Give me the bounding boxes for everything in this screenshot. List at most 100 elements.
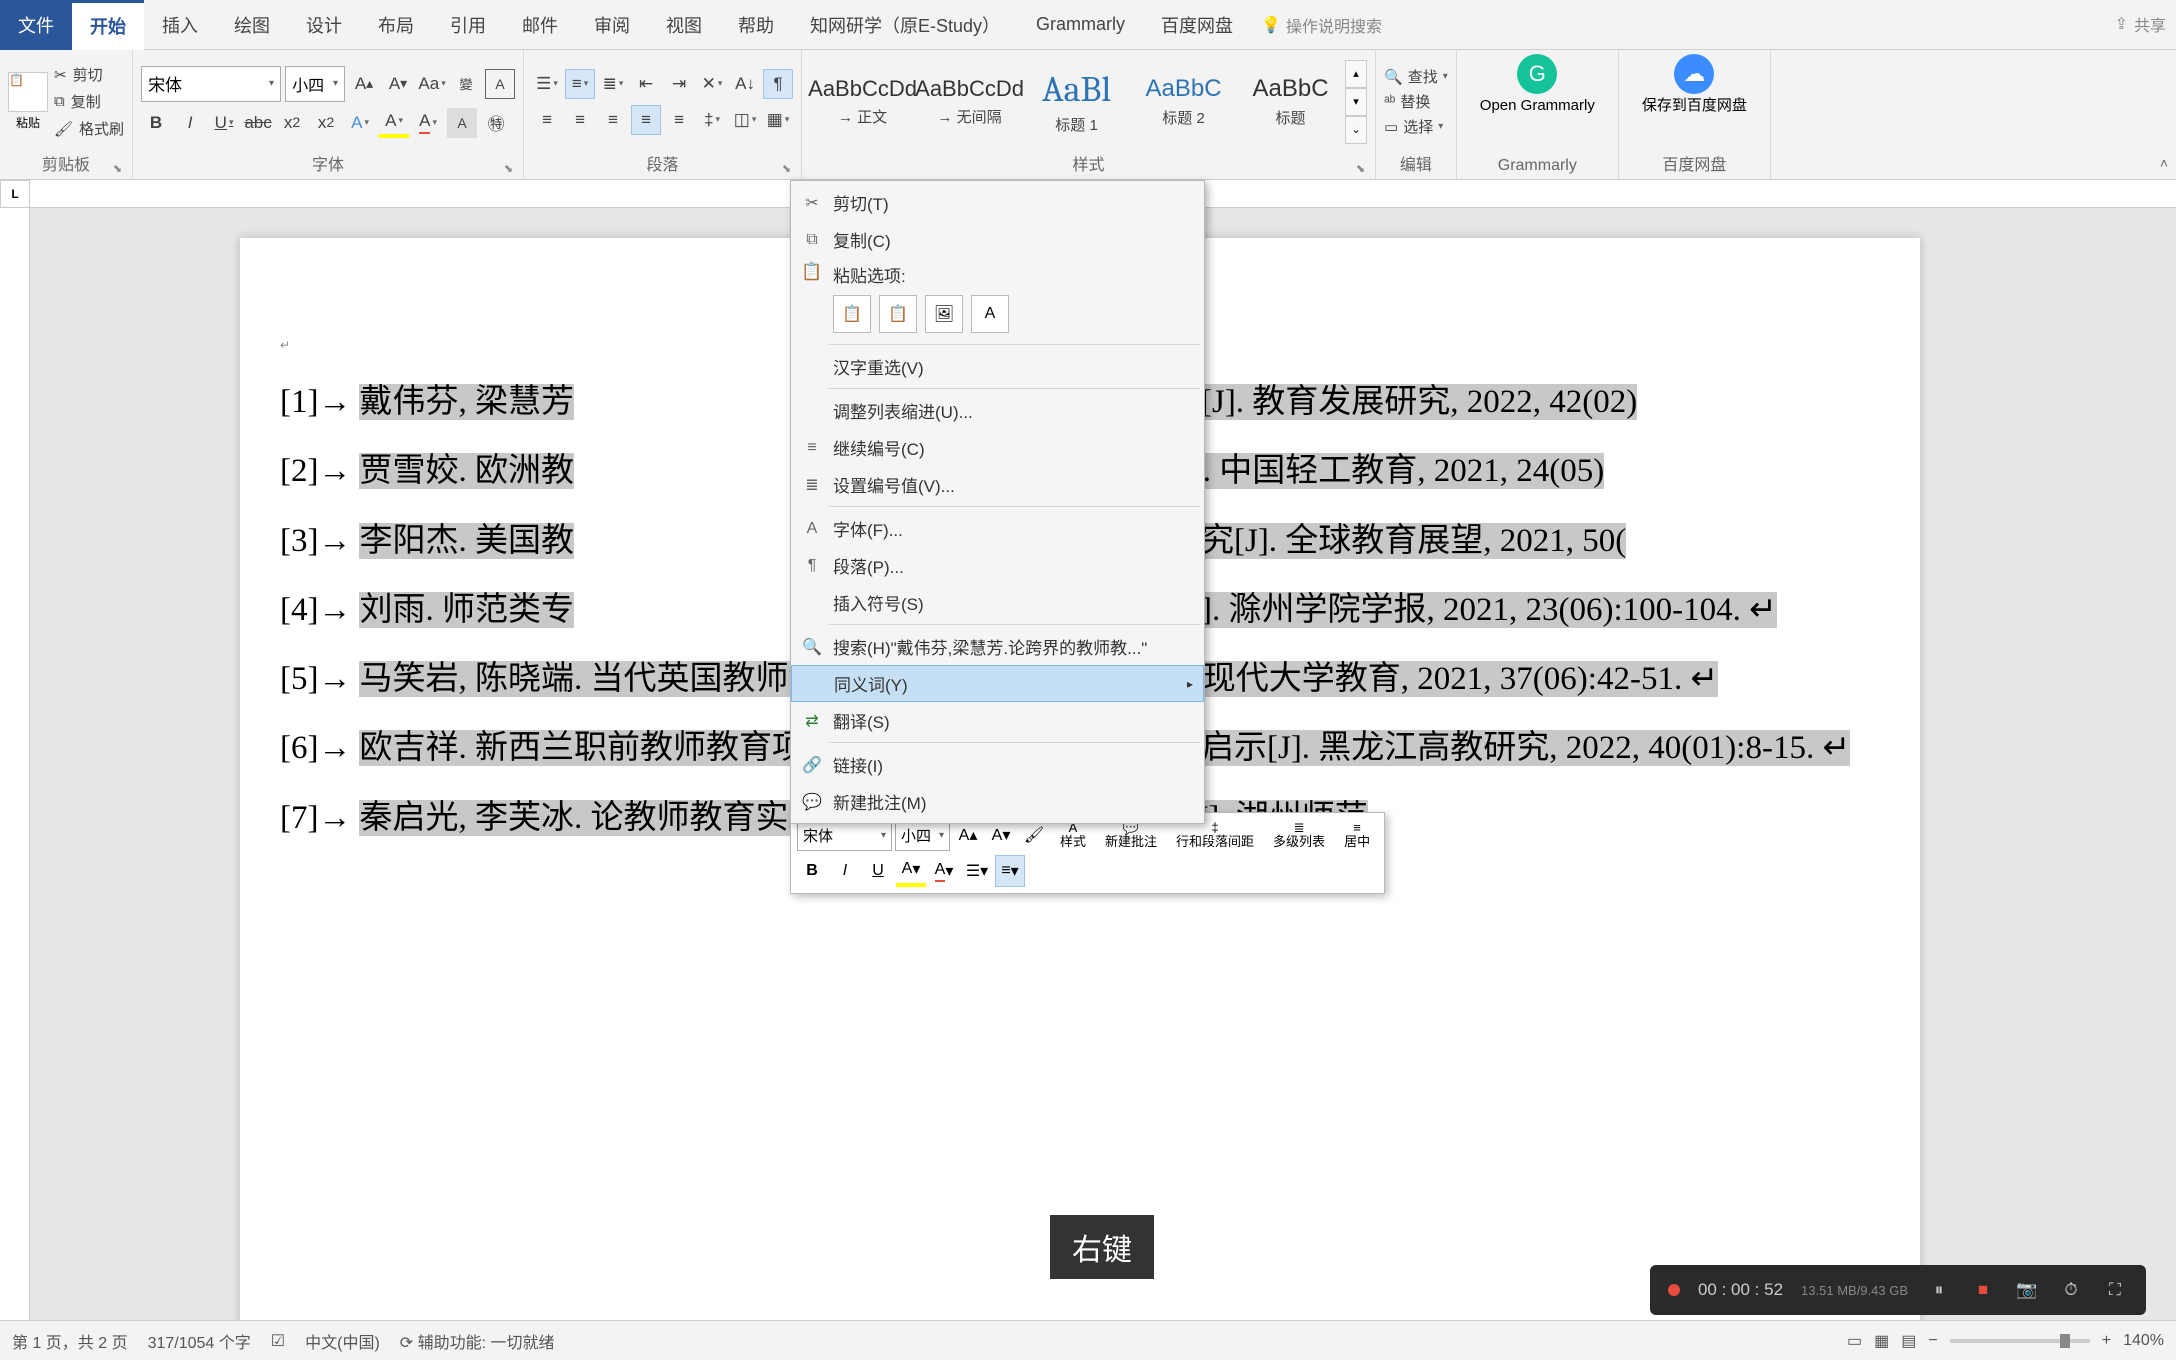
zoom-slider[interactable]	[1950, 1339, 2090, 1343]
styles-gallery[interactable]: AaBbCcDd→ 正文 AaBbCcDd→ 无间隔 AaBl标题 1 AaBb…	[810, 58, 1367, 146]
cm-hanzi-reselect[interactable]: 汉字重选(V)	[791, 348, 1204, 385]
subscript-button[interactable]: x2	[277, 108, 307, 138]
show-marks-button[interactable]: ¶	[763, 69, 793, 99]
tab-baidu[interactable]: 百度网盘	[1143, 0, 1251, 50]
cm-set-numbering[interactable]: ≣设置编号值(V)...	[791, 466, 1204, 503]
font-color-button[interactable]: A▾	[413, 108, 443, 138]
tab-draw[interactable]: 绘图	[216, 0, 288, 50]
find-button[interactable]: 🔍查找▾	[1384, 66, 1448, 87]
cm-adjust-indent[interactable]: 调整列表缩进(U)...	[791, 392, 1204, 429]
cm-copy[interactable]: ⧉复制(C)	[791, 221, 1204, 258]
mt-multilevel[interactable]: ≣多级列表	[1265, 821, 1333, 850]
phonetic-guide-button[interactable]: 變	[451, 69, 481, 99]
view-read-mode[interactable]: ▭	[1847, 1331, 1862, 1351]
cm-link[interactable]: 🔗链接(I)	[791, 746, 1204, 783]
mt-underline[interactable]: U	[863, 855, 893, 887]
ruler-vertical[interactable]	[0, 208, 30, 1320]
increase-indent-button[interactable]: ⇥	[664, 69, 694, 99]
tab-cnki[interactable]: 知网研学（原E-Study）	[792, 0, 1018, 50]
borders-button[interactable]: ▦▾	[763, 105, 793, 135]
view-web-layout[interactable]: ▤	[1901, 1331, 1916, 1351]
cm-cut[interactable]: ✂剪切(T)	[791, 184, 1204, 221]
status-spellcheck-icon[interactable]: ☑	[271, 1331, 285, 1351]
paste-keep-source[interactable]: 📋	[833, 295, 871, 333]
char-shading-button[interactable]: A	[447, 108, 477, 138]
decrease-indent-button[interactable]: ⇤	[631, 69, 661, 99]
recorder-stop-button[interactable]: ■	[1970, 1277, 1996, 1303]
strikethrough-button[interactable]: abc	[243, 108, 273, 138]
cm-paragraph[interactable]: ¶段落(P)...	[791, 547, 1204, 584]
tab-layout[interactable]: 布局	[360, 0, 432, 50]
zoom-level[interactable]: 140%	[2123, 1332, 2164, 1350]
tab-design[interactable]: 设计	[288, 0, 360, 50]
multilevel-button[interactable]: ≣▾	[598, 69, 628, 99]
style-heading1[interactable]: AaBl标题 1	[1024, 58, 1129, 146]
align-right-button[interactable]: ≡	[598, 105, 628, 135]
tab-help[interactable]: 帮助	[720, 0, 792, 50]
recorder-timer-button[interactable]: ⏱	[2058, 1277, 2084, 1303]
align-center-button[interactable]: ≡	[565, 105, 595, 135]
change-case-button[interactable]: Aa▾	[417, 69, 447, 99]
recorder-expand-button[interactable]: ⛶	[2102, 1277, 2128, 1303]
bold-button[interactable]: B	[141, 108, 171, 138]
status-accessibility[interactable]: ⟳ 辅助功能: 一切就绪	[400, 1329, 555, 1353]
tell-me-search[interactable]: 操作说明搜索	[1286, 13, 1382, 37]
style-nospacing[interactable]: AaBbCcDd→ 无间隔	[917, 58, 1022, 146]
grow-font-button[interactable]: A▴	[349, 69, 379, 99]
cm-translate[interactable]: ⇄翻译(S)	[791, 702, 1204, 739]
text-direction-button[interactable]: ✕▾	[697, 69, 727, 99]
style-normal[interactable]: AaBbCcDd→ 正文	[810, 58, 915, 146]
sort-button[interactable]: A↓	[730, 69, 760, 99]
status-words[interactable]: 317/1054 个字	[148, 1329, 251, 1353]
tab-file[interactable]: 文件	[0, 0, 72, 50]
paste-merge[interactable]: 📋	[879, 295, 917, 333]
paste-button[interactable]: 📋 粘贴	[8, 72, 48, 131]
tab-insert[interactable]: 插入	[144, 0, 216, 50]
style-title[interactable]: AaBbC标题	[1238, 58, 1343, 146]
paragraph-launcher[interactable]: ⬊	[782, 162, 791, 175]
underline-button[interactable]: U▾	[209, 108, 239, 138]
cm-font[interactable]: A字体(F)...	[791, 510, 1204, 547]
font-launcher[interactable]: ⬊	[504, 162, 513, 175]
mt-bold[interactable]: B	[797, 855, 827, 887]
format-painter-button[interactable]: 🖌格式刷	[54, 118, 124, 139]
clipboard-launcher[interactable]: ⬊	[113, 162, 122, 175]
highlight-button[interactable]: A▾	[379, 108, 409, 138]
mt-new-comment[interactable]: 💬新建批注	[1097, 821, 1165, 850]
cm-smart-search[interactable]: 🔍搜索(H)"戴伟芬,梁慧芳.论跨界的教师教..."	[791, 628, 1204, 665]
style-heading2[interactable]: AaBbC标题 2	[1131, 58, 1236, 146]
mt-center[interactable]: ≡居中	[1336, 821, 1378, 850]
cut-button[interactable]: ✂剪切	[54, 64, 124, 85]
cm-new-comment[interactable]: 💬新建批注(M)	[791, 783, 1204, 820]
recorder-screenshot-button[interactable]: 📷	[2014, 1277, 2040, 1303]
cm-insert-symbol[interactable]: 插入符号(S)	[791, 584, 1204, 621]
line-spacing-button[interactable]: ‡▾	[697, 105, 727, 135]
mt-italic[interactable]: I	[830, 855, 860, 887]
paste-picture[interactable]: 🖼	[925, 295, 963, 333]
status-page[interactable]: 第 1 页，共 2 页	[12, 1329, 128, 1353]
select-button[interactable]: ▭选择▾	[1384, 116, 1448, 137]
tab-home[interactable]: 开始	[72, 0, 144, 50]
collapse-ribbon-button[interactable]: ˄	[2160, 155, 2168, 171]
cm-synonyms[interactable]: 同义词(Y)▸	[791, 665, 1204, 702]
baidu-save-button[interactable]: ☁ 保存到百度网盘	[1627, 54, 1762, 115]
styles-scroll[interactable]: ▴▾⌄	[1345, 60, 1367, 144]
paste-text-only[interactable]: A	[971, 295, 1009, 333]
font-size-combo[interactable]: 小四▾	[285, 66, 345, 102]
zoom-in-button[interactable]: +	[2102, 1332, 2111, 1350]
copy-button[interactable]: ⧉复制	[54, 91, 124, 112]
mt-styles[interactable]: A样式	[1052, 821, 1094, 850]
tab-mailings[interactable]: 邮件	[504, 0, 576, 50]
text-effects-button[interactable]: A▾	[345, 108, 375, 138]
styles-launcher[interactable]: ⬊	[1356, 162, 1365, 175]
share-button[interactable]: ⇪ 共享	[2115, 12, 2166, 36]
grammarly-button[interactable]: G Open Grammarly	[1465, 54, 1610, 115]
bullets-button[interactable]: ☰▾	[532, 69, 562, 99]
tab-grammarly[interactable]: Grammarly	[1018, 0, 1143, 50]
mt-bullets[interactable]: ☰▾	[962, 855, 992, 887]
replace-button[interactable]: ᵃᵇ替换	[1384, 91, 1448, 112]
mt-numbering[interactable]: ≡▾	[995, 855, 1025, 887]
align-left-button[interactable]: ≡	[532, 105, 562, 135]
mt-highlight[interactable]: A▾	[896, 855, 926, 887]
zoom-out-button[interactable]: −	[1928, 1332, 1937, 1350]
